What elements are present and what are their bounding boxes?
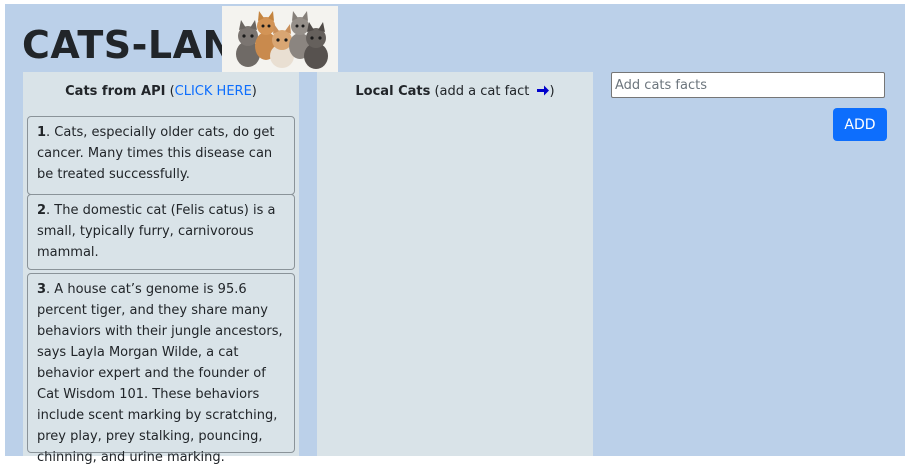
fact-text: . Cats, especially older cats, do get ca… [37,125,275,182]
fact-number: 3 [37,282,47,297]
kittens-icon [222,6,338,72]
kittens-logo-image [222,6,338,72]
api-cats-column: Cats from API (CLICK HERE) 1. Cats, espe… [23,72,299,465]
api-column-header: Cats from API (CLICK HERE) [23,72,299,101]
page: CATS-LAND Cats from API (CLICK HERE) 1. … [5,4,905,465]
api-close-paren: ) [251,84,257,99]
local-column-title: Local Cats [355,84,431,99]
fact-text: . A house cat’s genome is 95.6 percent t… [37,282,283,465]
click-here-link[interactable]: CLICK HERE [175,84,252,99]
api-column-title: Cats from API [65,84,166,99]
fact-text: . The domestic cat (Felis catus) is a sm… [37,203,276,260]
fact-card: 3. A house cat’s genome is 95.6 percent … [27,273,295,465]
local-cats-column: Local Cats (add a cat fact ) [317,72,593,456]
fact-number: 1 [37,125,47,140]
fact-card: 1. Cats, especially older cats, do get c… [27,116,295,195]
local-column-hint-close: ) [549,84,555,99]
fact-card: 2. The domestic cat (Felis catus) is a s… [27,194,295,270]
cat-fact-input[interactable] [611,72,885,98]
local-column-hint: (add a cat fact [430,84,534,99]
add-button[interactable]: ADD [833,108,887,141]
local-column-header: Local Cats (add a cat fact ) [317,72,593,103]
api-open-paren: ( [165,84,175,99]
fact-number: 2 [37,203,47,218]
arrow-right-icon [536,84,550,103]
